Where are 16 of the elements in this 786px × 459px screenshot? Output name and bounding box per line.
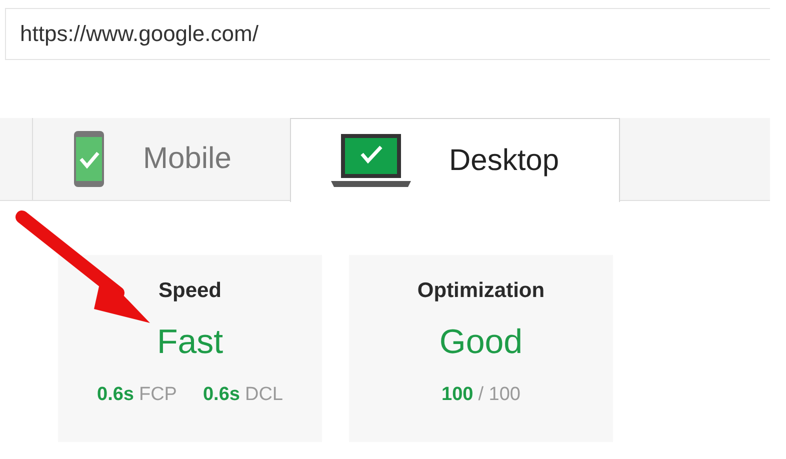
metric-label: / 100	[478, 384, 520, 406]
tab[interactable]: Desktop	[290, 118, 620, 202]
rating-text: Fast	[156, 323, 224, 362]
metric-label: DCL	[244, 384, 283, 406]
laptop-check-icon	[331, 134, 411, 188]
arrow-icon	[16, 210, 150, 323]
metric-value: 0.6s	[97, 384, 134, 406]
card-title: Optimization	[417, 279, 545, 303]
tab[interactable]: Mobile	[32, 118, 290, 200]
phone-check-icon	[73, 131, 105, 187]
metric-label: FCP	[138, 384, 177, 406]
metric-value: 100	[442, 384, 474, 406]
rating-text: Good	[439, 323, 523, 362]
card-title: Speed	[158, 279, 222, 303]
metric-value: 0.6s	[202, 384, 240, 406]
url-field[interactable]: https://www.google.com/	[5, 8, 770, 60]
